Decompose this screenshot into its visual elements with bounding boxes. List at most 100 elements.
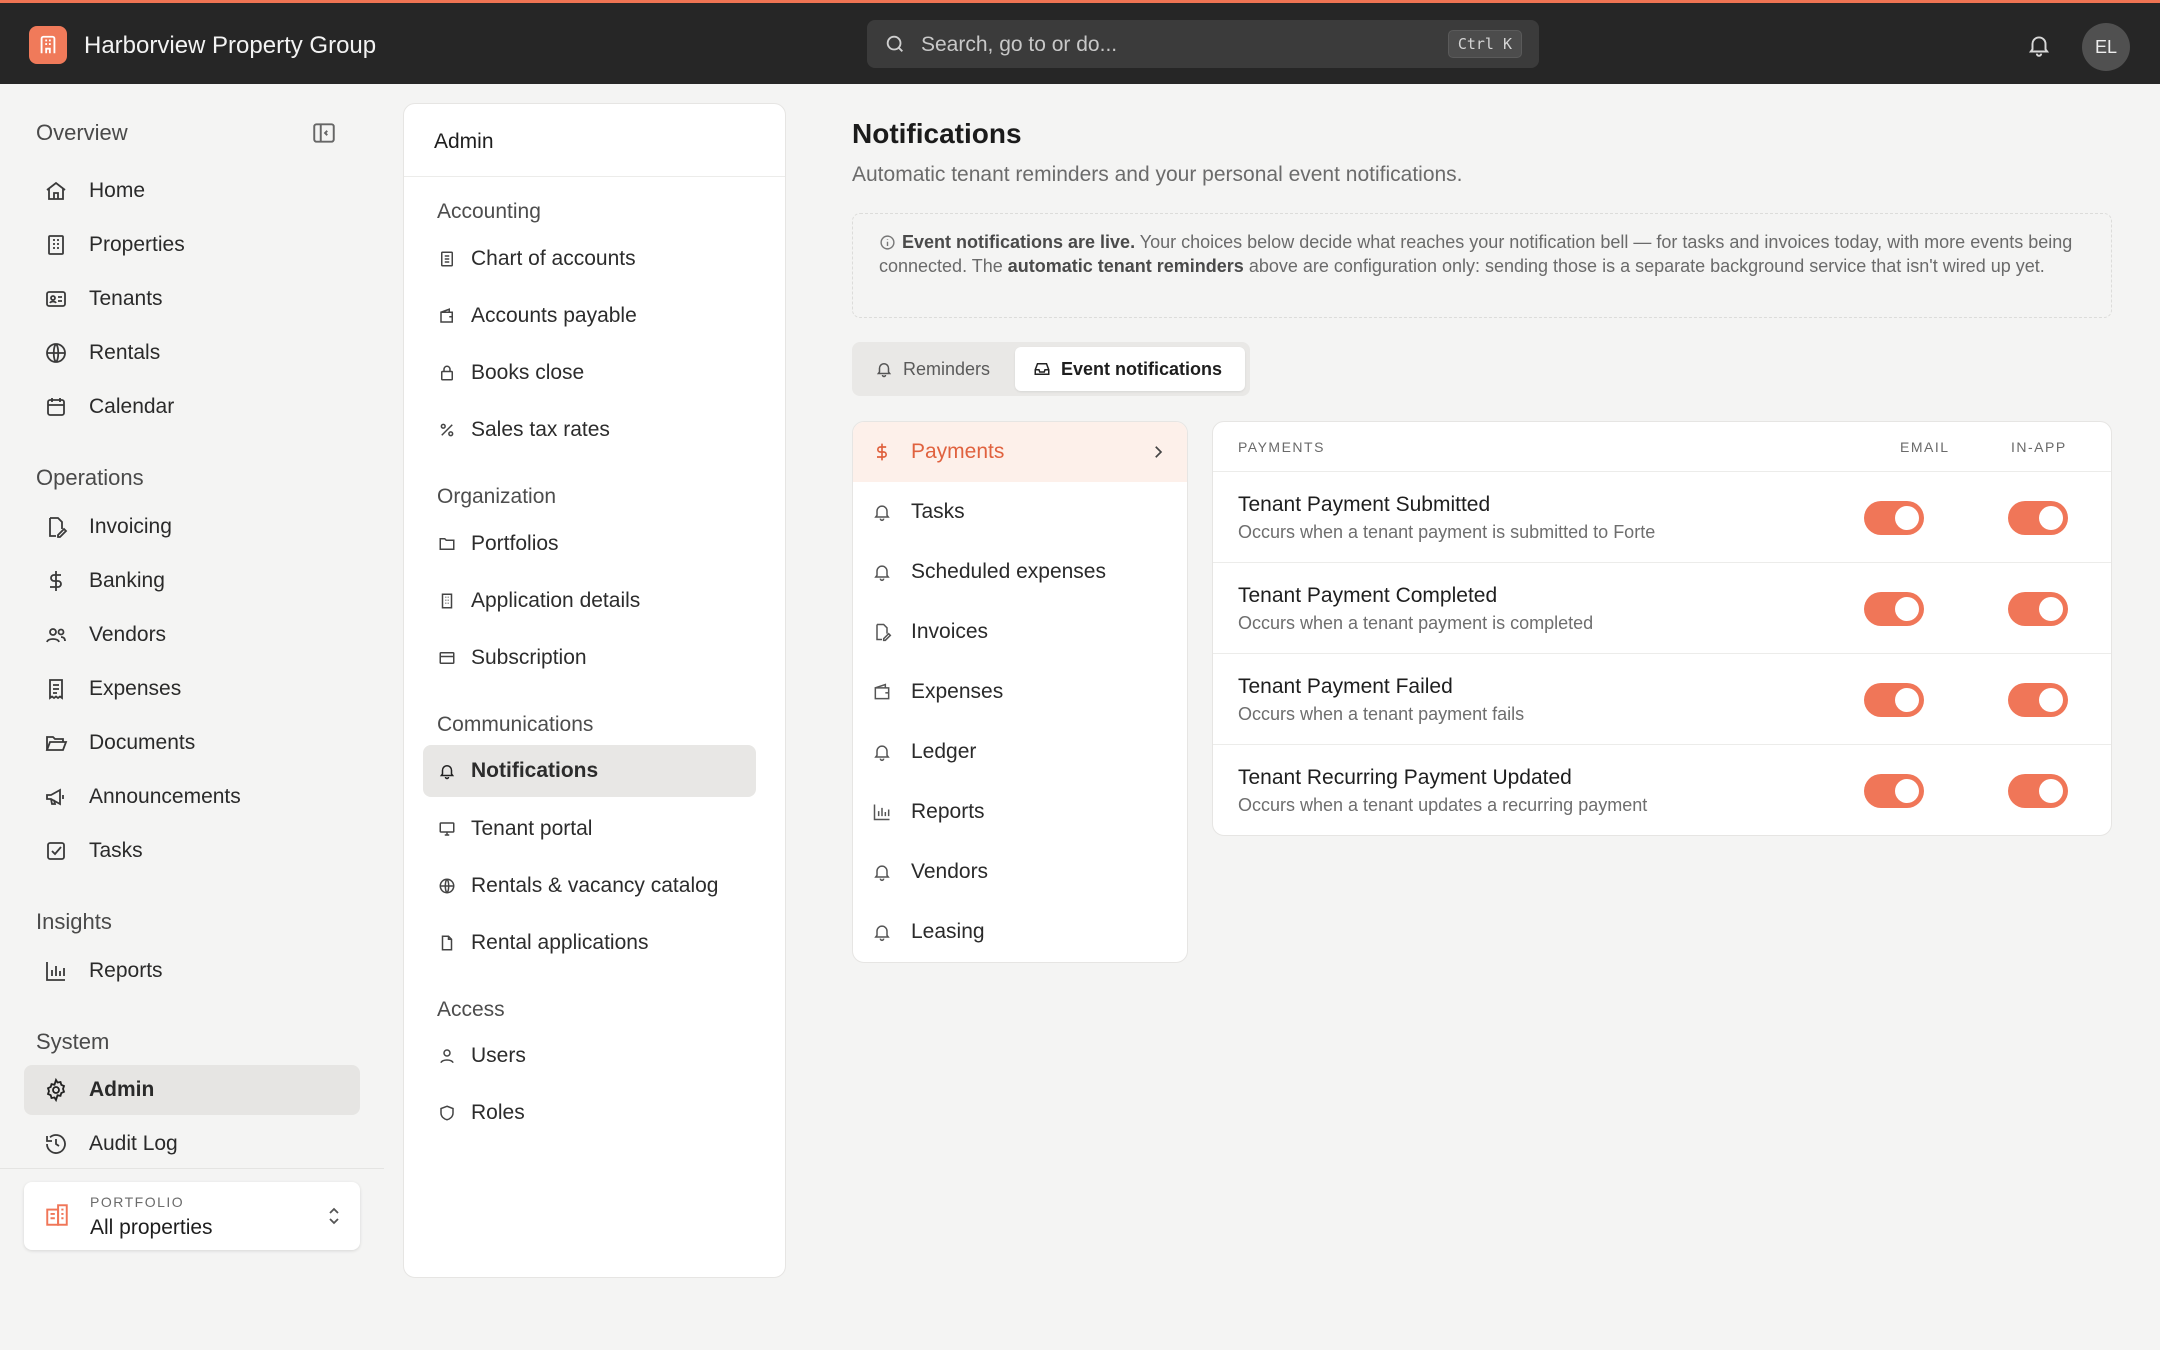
category-ledger[interactable]: Ledger: [853, 722, 1187, 782]
sidebar-item-label: Vendors: [89, 623, 167, 646]
event-description: Occurs when a tenant payment is complete…: [1238, 613, 1594, 633]
sidebar-item-rentals[interactable]: Rentals: [24, 328, 360, 378]
category-reports[interactable]: Reports: [853, 782, 1187, 842]
bell-icon: [871, 562, 893, 582]
sidebar-item-label: Calendar: [89, 395, 175, 418]
sidebar-item-calendar[interactable]: Calendar: [24, 382, 360, 432]
home-icon: [42, 177, 70, 205]
info-icon: [879, 234, 896, 251]
notification-tabs: Reminders Event notifications: [852, 342, 1250, 396]
category-vendors[interactable]: Vendors: [853, 842, 1187, 902]
in-app-toggle[interactable]: [2008, 592, 2068, 626]
sidebar-item-audit-log[interactable]: Audit Log: [24, 1119, 360, 1169]
search-bar[interactable]: Search, go to or do... Ctrl K: [867, 20, 1539, 68]
sidebar-item-tasks[interactable]: Tasks: [24, 826, 360, 876]
in-app-toggle[interactable]: [2008, 774, 2068, 808]
sidebar-item-documents[interactable]: Documents: [24, 718, 360, 768]
admin-item-rental-applications[interactable]: Rental applications: [423, 917, 756, 969]
admin-item-chart-of-accounts[interactable]: Chart of accounts: [423, 233, 756, 285]
portfolio-selector[interactable]: PORTFOLIO All properties: [24, 1182, 360, 1250]
shield-icon: [437, 1103, 457, 1123]
category-label: Tasks: [911, 500, 965, 523]
sidebar-item-admin[interactable]: Admin: [24, 1065, 360, 1115]
lock-icon: [437, 363, 457, 383]
admin-item-label: Notifications: [471, 759, 599, 782]
sidebar-item-vendors[interactable]: Vendors: [24, 610, 360, 660]
admin-item-tenant-portal[interactable]: Tenant portal: [423, 803, 756, 855]
sidebar-item-reports[interactable]: Reports: [24, 946, 360, 996]
sidebar-item-label: Reports: [89, 959, 163, 982]
sidebar-item-expenses[interactable]: Expenses: [24, 664, 360, 714]
id-card-icon: [42, 285, 70, 313]
sidebar-collapse-icon[interactable]: [311, 120, 337, 146]
admin-item-roles[interactable]: Roles: [423, 1087, 756, 1139]
building-icon[interactable]: [29, 26, 67, 64]
email-toggle[interactable]: [1864, 774, 1924, 808]
admin-item-label: Application details: [471, 589, 641, 612]
bar-chart-icon: [42, 957, 70, 985]
sidebar-item-tenants[interactable]: Tenants: [24, 274, 360, 324]
nav-section-system: System: [36, 1029, 110, 1054]
sidebar-item-label: Expenses: [89, 677, 182, 700]
percent-icon: [437, 420, 457, 440]
in-app-toggle[interactable]: [2008, 501, 2068, 535]
email-toggle[interactable]: [1864, 683, 1924, 717]
admin-item-rentals-catalog[interactable]: Rentals & vacancy catalog: [423, 860, 756, 912]
tab-reminders[interactable]: Reminders: [857, 347, 1012, 391]
sidebar-item-properties[interactable]: Properties: [24, 220, 360, 270]
admin-item-sales-tax-rates[interactable]: Sales tax rates: [423, 404, 756, 456]
admin-item-label: Users: [471, 1044, 526, 1067]
sidebar-item-label: Tasks: [89, 839, 143, 862]
sidebar-item-label: Admin: [89, 1078, 155, 1101]
building-icon: [44, 1202, 70, 1228]
chevron-up-down-icon: [324, 1204, 344, 1228]
email-toggle[interactable]: [1864, 592, 1924, 626]
category-payments[interactable]: Payments: [853, 422, 1187, 482]
info-banner: Event notifications are live. Your choic…: [852, 213, 2112, 318]
admin-item-portfolios[interactable]: Portfolios: [423, 518, 756, 570]
users-icon: [42, 621, 70, 649]
admin-item-books-close[interactable]: Books close: [423, 347, 756, 399]
category-expenses[interactable]: Expenses: [853, 662, 1187, 722]
bell-icon[interactable]: [2026, 32, 2052, 58]
table-header-email: EMAIL: [1900, 439, 1950, 455]
table-row: Tenant Payment Completed Occurs when a t…: [1213, 563, 2111, 654]
admin-item-label: Subscription: [471, 646, 587, 669]
admin-item-users[interactable]: Users: [423, 1030, 756, 1082]
avatar[interactable]: EL: [2082, 23, 2130, 71]
admin-section-organization: Organization: [437, 485, 557, 508]
bell-icon: [871, 922, 893, 942]
history-icon: [42, 1130, 70, 1158]
admin-item-label: Portfolios: [471, 532, 559, 555]
sidebar-item-home[interactable]: Home: [24, 166, 360, 216]
admin-item-label: Sales tax rates: [471, 418, 610, 441]
in-app-toggle[interactable]: [2008, 683, 2068, 717]
email-toggle[interactable]: [1864, 501, 1924, 535]
page-title: Notifications: [852, 118, 1022, 149]
category-scheduled-expenses[interactable]: Scheduled expenses: [853, 542, 1187, 602]
bell-icon: [871, 862, 893, 882]
divider: [404, 176, 785, 177]
category-label: Reports: [911, 800, 985, 823]
admin-item-label: Rentals & vacancy catalog: [471, 874, 719, 897]
tab-label: Reminders: [903, 358, 991, 379]
category-label: Payments: [911, 440, 1005, 463]
sidebar-item-label: Banking: [89, 569, 165, 592]
admin-item-accounts-payable[interactable]: Accounts payable: [423, 290, 756, 342]
tab-event-notifications[interactable]: Event notifications: [1015, 347, 1245, 391]
admin-item-subscription[interactable]: Subscription: [423, 632, 756, 684]
chevron-right-icon: [1149, 442, 1167, 462]
search-placeholder[interactable]: Search, go to or do...: [921, 33, 1117, 57]
category-tasks[interactable]: Tasks: [853, 482, 1187, 542]
sidebar-item-invoicing[interactable]: Invoicing: [24, 502, 360, 552]
user-icon: [437, 1046, 457, 1066]
category-invoices[interactable]: Invoices: [853, 602, 1187, 662]
category-leasing[interactable]: Leasing: [853, 902, 1187, 962]
admin-item-notifications[interactable]: Notifications: [423, 745, 756, 797]
wallet-icon: [437, 306, 457, 326]
sidebar-item-announcements[interactable]: Announcements: [24, 772, 360, 822]
table-header-in-app: IN-APP: [2011, 439, 2067, 455]
sidebar-item-banking[interactable]: Banking: [24, 556, 360, 606]
admin-item-application-details[interactable]: Application details: [423, 575, 756, 627]
category-label: Ledger: [911, 740, 977, 763]
